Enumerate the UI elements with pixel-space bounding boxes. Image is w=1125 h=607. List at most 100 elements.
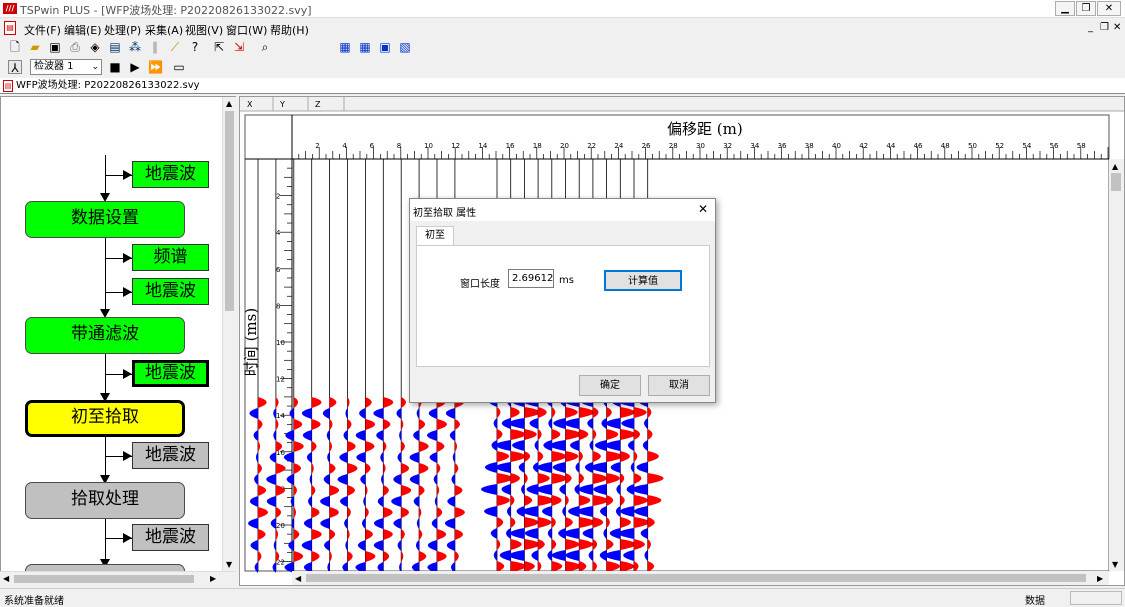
plot-scroll-left-icon[interactable]: ◀ [295, 574, 302, 583]
flow-node-first-break-pick[interactable]: 初至拾取 [25, 400, 185, 437]
print-icon[interactable]: ⎙ [68, 40, 82, 54]
ok-button[interactable]: 确定 [579, 375, 641, 396]
document-tab[interactable]: ▤ WFP波场处理: P20220826133022.svy [0, 78, 1125, 94]
menu-file[interactable]: 文件(F) [24, 22, 61, 38]
col-header-y[interactable]: Y [279, 100, 285, 109]
minimize-icon[interactable]: ▁ [1055, 1, 1075, 16]
chart-tool-2-icon[interactable]: ▦ [358, 40, 372, 54]
zoom-icon[interactable]: ⌕ [258, 40, 272, 54]
menu-edit[interactable]: 编辑(E) [64, 22, 102, 38]
scroll-left-icon[interactable]: ◀ [3, 574, 9, 583]
export-icon[interactable]: ⇱ [212, 40, 226, 54]
scroll-right-icon[interactable]: ▶ [210, 574, 216, 583]
wiggle-peak [365, 419, 376, 430]
wiggle-peak [497, 561, 505, 572]
wiggle-peak [454, 441, 458, 452]
menu-window[interactable]: 窗口(W) [226, 22, 267, 38]
network-icon[interactable]: ⁂ [128, 40, 142, 54]
wiggle-trough [380, 452, 384, 463]
scroll-thumb[interactable] [225, 111, 234, 311]
wiggle-trough [413, 430, 420, 441]
wiggle-trough [248, 518, 258, 529]
dialog-titlebar[interactable]: 初至拾取 属性 ✕ [410, 199, 715, 221]
plot-scroll-up-icon[interactable]: ▲ [1112, 162, 1119, 171]
properties-icon[interactable]: ▭ [172, 60, 186, 74]
col-header-z[interactable]: Z [315, 100, 321, 109]
close-icon[interactable]: ✕ [1097, 1, 1121, 16]
flow-label-seismic[interactable]: 地震波 [132, 524, 209, 551]
stop-icon[interactable]: ■ [108, 60, 122, 74]
flow-label-seismic[interactable]: 地震波 [132, 278, 209, 305]
wiggle-trough [444, 518, 455, 529]
scroll-thumb[interactable] [14, 575, 194, 583]
scroll-up-icon[interactable]: ▲ [226, 99, 232, 108]
open-folder-icon[interactable]: ▰ [28, 40, 42, 54]
document-icon: ▤ [3, 80, 13, 92]
x-tick-label: 40 [832, 142, 841, 150]
window-length-value: 2.69612 [512, 273, 554, 284]
wiggle-trough [339, 452, 348, 463]
chart-tool-4-icon[interactable]: ▧ [398, 40, 412, 54]
import-icon[interactable]: ⇲ [232, 40, 246, 54]
menu-process[interactable]: 处理(P) [104, 22, 141, 38]
flow-label-seismic[interactable]: 地震波 [132, 442, 209, 469]
flow-node-bandpass[interactable]: 带通滤波 [25, 317, 185, 354]
chart-tool-3-icon[interactable]: ▣ [378, 40, 392, 54]
play-icon[interactable]: ▶ [128, 60, 142, 74]
geophone-icon[interactable]: ⅄ [8, 60, 22, 75]
wiggle-trough [536, 484, 552, 495]
preview-icon[interactable]: ◈ [88, 40, 102, 54]
menu-view[interactable]: 视图(V) [185, 22, 223, 38]
scroll-down-icon[interactable]: ▼ [226, 560, 232, 569]
wiggle-trough [529, 418, 539, 429]
plot-scroll-down-icon[interactable]: ▼ [1112, 560, 1119, 569]
plot-scroll-right-icon[interactable]: ▶ [1097, 574, 1104, 583]
columns-icon[interactable]: ∥ [148, 40, 162, 54]
wiggle-trough [363, 496, 366, 507]
window-icon[interactable]: ▤ [108, 40, 122, 54]
fast-forward-icon[interactable]: ⏩ [148, 60, 163, 74]
menu-acquire[interactable]: 采集(A) [145, 22, 183, 38]
wiggle-trough [616, 484, 621, 495]
wiggle-trough [345, 540, 348, 551]
save-icon[interactable]: ▣ [48, 40, 62, 54]
menu-help[interactable]: 帮助(H) [270, 22, 309, 38]
wiggle-trough [610, 462, 621, 473]
wiggle-peak [565, 451, 579, 462]
wiggle-trough [320, 518, 330, 529]
wiggle-trough [644, 550, 648, 561]
flow-node-pick-process[interactable]: 拾取处理 [25, 482, 185, 519]
calculate-button[interactable]: 计算值 [604, 270, 682, 291]
wiggle-peak [329, 529, 336, 540]
mdi-restore-icon[interactable]: ❐ [1100, 22, 1109, 33]
new-file-icon[interactable]: 🗋 [8, 40, 22, 54]
wand-icon[interactable]: ⟋ [168, 40, 182, 54]
plot-scroll-thumb[interactable] [1111, 173, 1121, 191]
wiggle-peak [620, 495, 625, 506]
mdi-minimize-icon[interactable]: _ [1088, 22, 1093, 33]
chart-tool-1-icon[interactable]: ▦ [338, 40, 352, 54]
help-pointer-icon[interactable]: ? [188, 40, 202, 54]
plot-hscroll-thumb[interactable] [306, 574, 1086, 582]
left-horizontal-scrollbar[interactable]: ◀ ▶ [0, 571, 236, 586]
wiggle-peak [647, 473, 664, 484]
cancel-button[interactable]: 取消 [648, 375, 710, 396]
flow-node-data-setup[interactable]: 数据设置 [25, 201, 185, 238]
flow-label-seismic-selected[interactable]: 地震波 [132, 360, 209, 387]
mdi-close-icon[interactable]: ✕ [1113, 22, 1121, 33]
wiggle-trough [574, 484, 580, 495]
geophone-select[interactable]: 检波器 1 ⌄ [30, 59, 102, 75]
flow-label-seismic[interactable]: 地震波 [132, 161, 209, 188]
flow-label-spectrum[interactable]: 频谱 [132, 244, 209, 271]
wiggle-trough [306, 452, 312, 463]
col-header-x[interactable]: X [247, 100, 253, 109]
tab-first-break[interactable]: 初至 [416, 226, 454, 246]
wiggle-peak [401, 551, 404, 562]
x-tick-label: 22 [587, 142, 596, 150]
left-vertical-scrollbar[interactable]: ▲ ▼ [222, 97, 236, 571]
dialog-close-icon[interactable]: ✕ [698, 202, 708, 216]
restore-icon[interactable]: ❐ [1076, 1, 1096, 16]
wiggle-trough [343, 430, 348, 441]
wiggle-peak [510, 407, 520, 418]
window-length-input[interactable]: 2.69612 [508, 269, 554, 288]
